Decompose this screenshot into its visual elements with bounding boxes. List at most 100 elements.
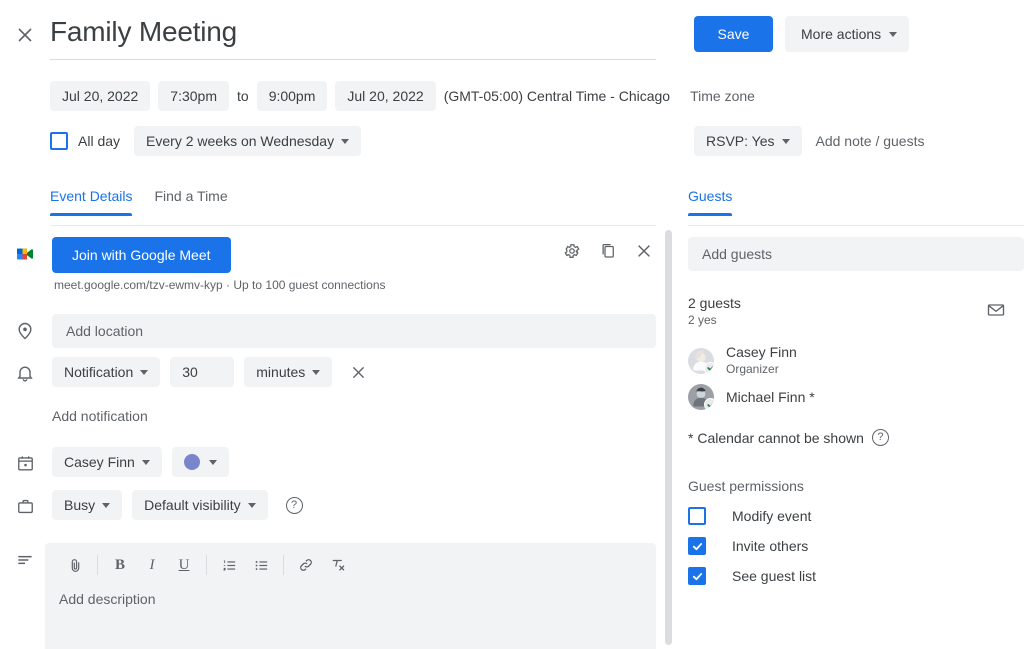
recurrence-label: Every 2 weeks on Wednesday bbox=[146, 133, 335, 149]
description-editor[interactable]: B I U Add description bbox=[45, 543, 656, 649]
description-placeholder: Add description bbox=[59, 591, 156, 607]
add-notification-button[interactable]: Add notification bbox=[52, 408, 148, 424]
busy-label: Busy bbox=[64, 497, 96, 513]
calendar-cannot-be-shown-note: * Calendar cannot be shown ? bbox=[688, 429, 889, 446]
event-editor-page: Family Meeting Save More actions Jul 20,… bbox=[0, 0, 1024, 649]
start-time-button[interactable]: 7:30pm bbox=[158, 81, 229, 111]
underline-icon[interactable]: U bbox=[168, 549, 200, 581]
bold-icon[interactable]: B bbox=[104, 549, 136, 581]
all-day-label: All day bbox=[78, 133, 121, 149]
tab-find-a-time[interactable]: Find a Time bbox=[154, 188, 227, 215]
toolbar-divider bbox=[283, 555, 284, 575]
event-color-dropdown[interactable] bbox=[171, 447, 229, 477]
end-date-button[interactable]: Jul 20, 2022 bbox=[335, 81, 436, 111]
guest-name: Michael Finn * bbox=[726, 388, 815, 405]
numbered-list-icon[interactable] bbox=[213, 549, 245, 581]
remove-notification-icon[interactable] bbox=[350, 364, 367, 381]
chevron-down-icon bbox=[341, 138, 350, 144]
calendar-row: Casey Finn bbox=[52, 447, 229, 477]
help-icon[interactable]: ? bbox=[871, 429, 889, 446]
tab-guests[interactable]: Guests bbox=[688, 188, 733, 216]
attach-icon[interactable] bbox=[59, 549, 91, 581]
guest-name: Casey Finn bbox=[726, 344, 797, 360]
more-actions-button[interactable]: More actions bbox=[785, 16, 910, 52]
end-time-button[interactable]: 9:00pm bbox=[256, 81, 328, 111]
italic-icon[interactable]: I bbox=[136, 549, 168, 581]
chevron-down-icon bbox=[140, 369, 149, 375]
header: Family Meeting Save More actions bbox=[0, 0, 1024, 68]
blueberry-swatch bbox=[183, 454, 200, 470]
all-day-checkbox[interactable] bbox=[50, 132, 68, 150]
meet-actions bbox=[563, 242, 653, 260]
tab-event-details[interactable]: Event Details bbox=[50, 188, 133, 216]
event-title-field[interactable]: Family Meeting bbox=[50, 12, 656, 60]
busy-dropdown[interactable]: Busy bbox=[52, 490, 123, 520]
timezone-value[interactable]: (GMT-05:00) Central Time - Chicago bbox=[444, 88, 670, 104]
visibility-label: Default visibility bbox=[144, 497, 241, 513]
copy-icon[interactable] bbox=[599, 242, 617, 260]
google-meet-icon bbox=[11, 240, 39, 268]
clear-formatting-icon[interactable] bbox=[322, 549, 354, 581]
notification-unit-dropdown[interactable]: minutes bbox=[244, 357, 333, 387]
email-icon[interactable] bbox=[986, 300, 1006, 325]
guest-role: Organizer bbox=[726, 362, 779, 376]
page-title: Family Meeting bbox=[50, 16, 238, 47]
modify-event-checkbox[interactable] bbox=[688, 507, 706, 525]
right-tabs: Guests bbox=[688, 188, 1024, 226]
calendar-owner-label: Casey Finn bbox=[64, 454, 135, 470]
notification-type-label: Notification bbox=[64, 364, 134, 380]
notification-row: Notification minutes bbox=[52, 357, 367, 387]
rsvp-row: RSVP: Yes Add note / guests bbox=[694, 126, 924, 156]
event-details-panel: Join with Google Meet meet.google.com/tz… bbox=[0, 226, 665, 649]
notification-unit-label: minutes bbox=[256, 364, 306, 380]
add-guests-input[interactable] bbox=[688, 237, 1024, 271]
permission-label: Invite others bbox=[732, 538, 809, 554]
permission-label: See guest list bbox=[732, 568, 817, 584]
close-icon[interactable] bbox=[635, 242, 653, 260]
permission-see-guest-list[interactable]: See guest list bbox=[688, 567, 816, 585]
rsvp-button[interactable]: RSVP: Yes bbox=[694, 126, 802, 156]
bell-icon bbox=[11, 359, 39, 387]
toolbar-divider bbox=[97, 555, 98, 575]
guest-info: Casey Finn Organizer bbox=[726, 344, 797, 377]
chevron-down-icon bbox=[141, 459, 150, 465]
bullet-list-icon[interactable] bbox=[245, 549, 277, 581]
chevron-down-icon bbox=[781, 138, 790, 144]
save-button[interactable]: Save bbox=[694, 16, 773, 52]
location-input[interactable] bbox=[52, 314, 656, 348]
recurrence-button[interactable]: Every 2 weeks on Wednesday bbox=[134, 126, 362, 156]
close-icon[interactable] bbox=[10, 20, 40, 50]
notification-type-dropdown[interactable]: Notification bbox=[52, 357, 161, 387]
help-icon[interactable]: ? bbox=[285, 496, 303, 514]
invite-others-checkbox[interactable] bbox=[688, 537, 706, 555]
link-icon[interactable] bbox=[290, 549, 322, 581]
meet-link-text[interactable]: meet.google.com/tzv-ewmv-kyp · Up to 100… bbox=[54, 278, 386, 292]
timezone-label[interactable]: Time zone bbox=[690, 88, 755, 104]
start-date-button[interactable]: Jul 20, 2022 bbox=[50, 81, 151, 111]
avatar bbox=[688, 384, 714, 410]
datetime-row: Jul 20, 2022 7:30pm to 9:00pm Jul 20, 20… bbox=[50, 81, 755, 111]
gear-icon[interactable] bbox=[563, 242, 581, 260]
calendar-note-text: * Calendar cannot be shown bbox=[688, 429, 864, 446]
guest-count: 2 guests bbox=[688, 295, 741, 311]
chevron-down-icon bbox=[312, 369, 321, 375]
permission-modify-event[interactable]: Modify event bbox=[688, 507, 811, 525]
guest-summary: 2 guests 2 yes bbox=[688, 294, 741, 329]
permission-label: Modify event bbox=[732, 508, 812, 524]
availability-row: Busy Default visibility ? bbox=[52, 490, 303, 520]
guest-permissions-title: Guest permissions bbox=[688, 478, 804, 494]
list-item[interactable]: Casey Finn Organizer bbox=[688, 344, 797, 377]
join-google-meet-button[interactable]: Join with Google Meet bbox=[52, 237, 231, 273]
visibility-dropdown[interactable]: Default visibility bbox=[132, 490, 268, 520]
permission-invite-others[interactable]: Invite others bbox=[688, 537, 808, 555]
calendar-owner-dropdown[interactable]: Casey Finn bbox=[52, 447, 162, 477]
see-guest-list-checkbox[interactable] bbox=[688, 567, 706, 585]
left-tabs: Event Details Find a Time bbox=[50, 188, 656, 226]
rsvp-check-badge bbox=[704, 361, 714, 374]
add-note-guests-button[interactable]: Add note / guests bbox=[816, 133, 925, 149]
scrollbar-thumb[interactable] bbox=[665, 230, 672, 645]
description-toolbar: B I U bbox=[45, 543, 656, 587]
list-item[interactable]: Michael Finn * bbox=[688, 384, 815, 410]
notification-amount-input[interactable] bbox=[170, 357, 235, 387]
avatar bbox=[688, 347, 714, 374]
